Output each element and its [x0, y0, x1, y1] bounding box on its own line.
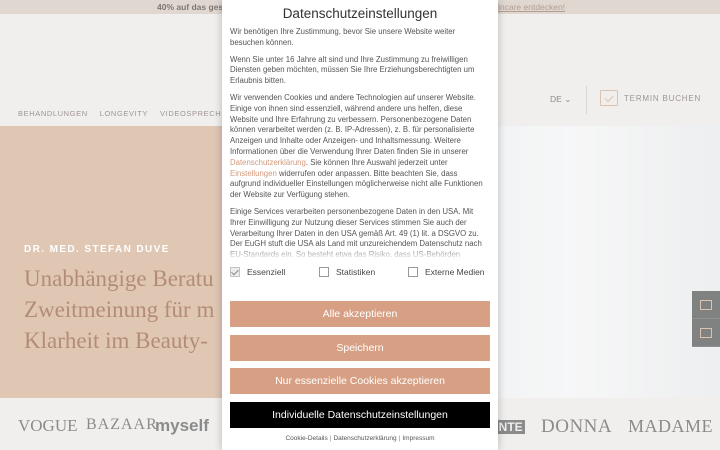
- consent-paragraph: Wenn Sie unter 16 Jahre alt sind und Ihr…: [230, 54, 475, 86]
- consent-paragraph: Wir verwenden Cookies und andere Technol…: [230, 92, 483, 200]
- consent-text-scroll[interactable]: Wir benötigen Ihre Zustimmung, bevor Sie…: [230, 27, 488, 259]
- privacy-policy-link[interactable]: Datenschutzerklärung: [230, 158, 306, 167]
- scroll-fade: [230, 246, 488, 260]
- checkbox-label: Essenziell: [247, 267, 286, 277]
- checkbox-label: Externe Medien: [425, 267, 485, 277]
- checkbox-externe-medien[interactable]: Externe Medien: [408, 267, 485, 277]
- consent-modal: Datenschutzeinstellungen Wir benötigen I…: [222, 0, 498, 450]
- save-button[interactable]: Speichern: [230, 335, 490, 361]
- accept-essential-button[interactable]: Nur essenzielle Cookies akzeptieren: [230, 368, 490, 394]
- consent-checkboxes: Essenziell Statistiken Externe Medien: [230, 267, 492, 281]
- cookie-details-link[interactable]: Cookie-Details: [285, 435, 327, 442]
- checkbox-essenziell[interactable]: Essenziell: [230, 267, 285, 277]
- settings-link[interactable]: Einstellungen: [230, 169, 277, 178]
- consent-title: Datenschutzeinstellungen: [282, 6, 438, 21]
- consent-paragraph: Wir benötigen Ihre Zustimmung, bevor Sie…: [230, 27, 456, 47]
- imprint-link[interactable]: Impressum: [402, 435, 434, 442]
- individual-settings-button[interactable]: Individuelle Datenschutzeinstellungen: [230, 402, 490, 428]
- checkbox-statistiken[interactable]: Statistiken: [319, 267, 375, 277]
- checkbox-label: Statistiken: [336, 267, 376, 277]
- checkbox-empty-icon: [319, 267, 329, 277]
- consent-footer-links: Cookie-Details | Datenschutzerklärung | Impr…: [285, 435, 435, 442]
- accept-all-button[interactable]: Alle akzeptieren: [230, 301, 490, 327]
- checkbox-empty-icon: [408, 267, 418, 277]
- checkbox-checked-icon: [230, 267, 240, 277]
- privacy-link[interactable]: Datenschutzerklärung: [333, 435, 396, 442]
